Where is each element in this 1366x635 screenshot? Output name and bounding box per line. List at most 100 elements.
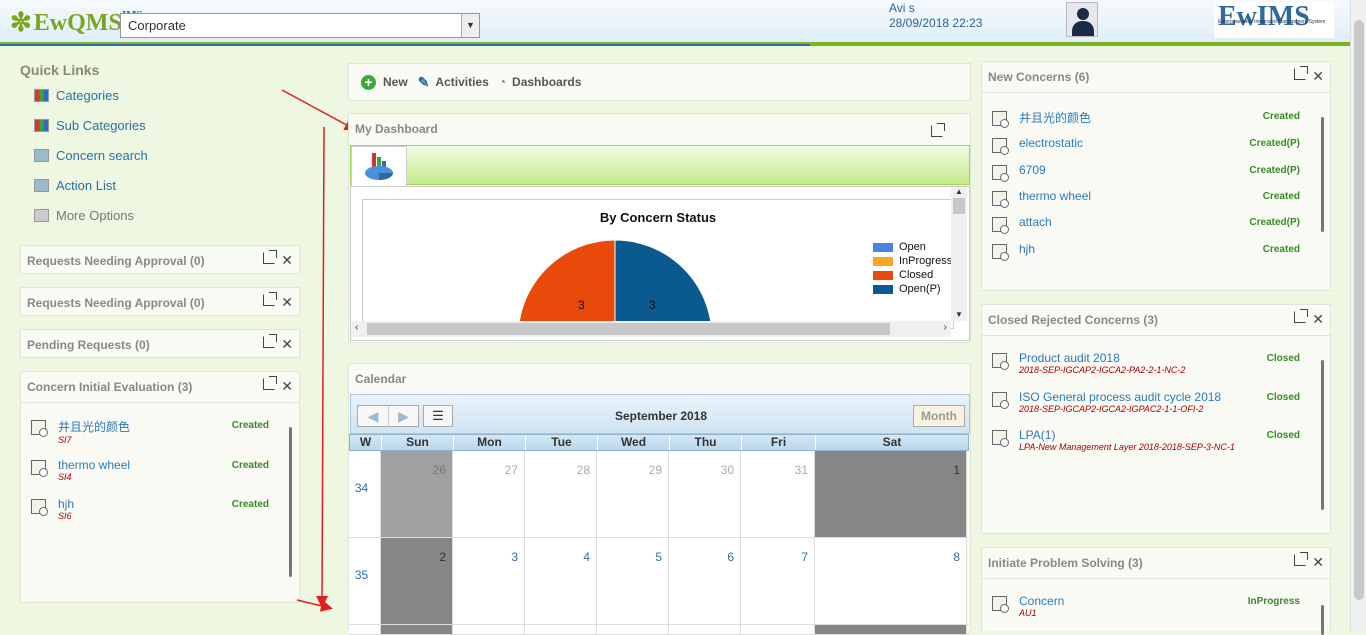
document-icon <box>992 217 1009 234</box>
item-title[interactable]: 井且光的颜色 <box>58 418 130 435</box>
legend-label: Closed <box>899 269 934 281</box>
list-item[interactable]: thermo wheel Created <box>992 189 1300 208</box>
quick-links-title: Quick Links <box>20 62 100 78</box>
item-title[interactable]: ISO General process audit cycle 2018 <box>1019 390 1221 404</box>
item-code: 2018-SEP-IGCAP2-IGCA2-PA2-2-1-NC-2 <box>1019 365 1186 375</box>
list-item[interactable]: LPA(1) LPA-New Management Layer 2018-2018… <box>992 428 1300 452</box>
panel-title: Concern Initial Evaluation (3) <box>27 380 193 394</box>
list-item[interactable]: 井且光的颜色 SI7 Created <box>31 418 269 445</box>
dashboard-tab-strip <box>350 145 970 185</box>
legend-item: Closed <box>873 268 952 282</box>
panel-title: Calendar <box>355 372 407 386</box>
quick-link-more-options[interactable]: More Options <box>34 208 134 223</box>
day-cell[interactable]: 6 <box>669 538 741 624</box>
status-badge: Created(P) <box>1249 138 1300 149</box>
status-badge: Closed <box>1266 430 1300 441</box>
quick-link-concern-search[interactable]: Concern search <box>34 148 148 163</box>
day-cell[interactable]: 3 <box>453 538 525 624</box>
list-item[interactable]: Concern AU1 InProgress <box>992 594 1300 618</box>
col-fri: Fri <box>742 435 816 450</box>
chevron-down-icon[interactable]: ▼ <box>461 14 479 37</box>
chart-tab[interactable] <box>351 146 407 186</box>
item-title[interactable]: attach <box>1019 215 1052 229</box>
close-icon[interactable]: ✕ <box>1312 68 1324 85</box>
closed-rejected-concerns-panel: Closed Rejected Concerns (3) ✕ Product a… <box>981 304 1331 534</box>
item-title[interactable]: thermo wheel <box>58 458 130 472</box>
expand-icon[interactable] <box>1294 309 1309 323</box>
list-item[interactable]: hjh SI6 Created <box>31 497 269 521</box>
list-item[interactable]: electrostatic Created(P) <box>992 136 1300 155</box>
day-cell[interactable]: 8 <box>815 538 967 624</box>
pie-slice-openp[interactable] <box>614 239 713 329</box>
list-item[interactable]: ISO General process audit cycle 2018 2018… <box>992 390 1300 414</box>
day-cell[interactable]: 30 <box>669 451 741 537</box>
day-cell[interactable]: 29 <box>597 451 669 537</box>
status-badge: Created <box>231 460 269 471</box>
document-icon <box>31 420 48 437</box>
user-name: Avi s <box>889 1 915 15</box>
legend-swatch <box>873 242 893 252</box>
expand-icon[interactable] <box>1294 66 1309 80</box>
item-title[interactable]: Concern <box>1019 594 1064 608</box>
panel-title: Initiate Problem Solving (3) <box>988 556 1143 570</box>
day-cell[interactable]: 31 <box>741 451 815 537</box>
day-cell[interactable]: 26 <box>381 451 453 537</box>
item-title[interactable]: 井且光的颜色 <box>1019 109 1091 126</box>
calendar-grid: W Sun Mon Tue Wed Thu Fri Sat 34 26 27 2… <box>349 434 969 635</box>
legend-item: Open <box>873 240 952 254</box>
item-title[interactable]: 6709 <box>1019 163 1046 177</box>
col-thu: Thu <box>670 435 742 450</box>
day-cell[interactable]: 1 <box>815 451 967 537</box>
quick-link-sub-categories[interactable]: Sub Categories <box>34 118 146 133</box>
panel-scrollbar[interactable] <box>1321 360 1324 510</box>
day-cell[interactable]: 28 <box>525 451 597 537</box>
list-item[interactable]: hjh Created <box>992 242 1300 261</box>
status-badge: Created(P) <box>1249 165 1300 176</box>
pie-slice-closed[interactable] <box>517 239 616 329</box>
document-icon <box>992 353 1009 370</box>
organization-select[interactable]: Corporate <box>120 13 480 38</box>
panel-scrollbar[interactable] <box>1321 117 1324 232</box>
dashboards-button[interactable]: ◔ Dashboards <box>499 75 582 89</box>
quick-link-categories[interactable]: Categories <box>34 88 119 103</box>
brand-logo: EwIMS Enterprise-wide Integrated Managem… <box>1214 2 1334 38</box>
day-cell[interactable]: 2 <box>381 538 453 624</box>
document-icon <box>992 165 1009 182</box>
item-title[interactable]: hjh <box>1019 242 1035 256</box>
month-view-button[interactable]: Month <box>913 405 965 427</box>
requests-approval-panel-2: Requests Needing Approval (0) ✕ <box>20 287 300 316</box>
expand-icon[interactable] <box>1294 552 1309 566</box>
list-item[interactable]: attach Created(P) <box>992 215 1300 234</box>
day-cell[interactable]: 4 <box>525 538 597 624</box>
expand-icon[interactable] <box>931 123 945 137</box>
item-title[interactable]: thermo wheel <box>1019 189 1091 203</box>
quick-link-action-list[interactable]: Action List <box>34 178 116 193</box>
chart-vscroll[interactable]: ▲ ▼ <box>951 187 967 321</box>
item-title[interactable]: LPA(1) <box>1019 428 1235 442</box>
new-concerns-panel: New Concerns (6) ✕ 井且光的颜色 Created electro… <box>981 61 1331 291</box>
day-cell[interactable]: 27 <box>453 451 525 537</box>
item-title[interactable]: hjh <box>58 497 74 511</box>
chart-hscroll[interactable]: ‹ › <box>351 321 951 337</box>
calendar-week-row <box>349 625 969 635</box>
item-title[interactable]: electrostatic <box>1019 136 1083 150</box>
page-scrollbar[interactable] <box>1350 0 1366 631</box>
list-item[interactable]: Product audit 2018 2018-SEP-IGCAP2-IGCA2-… <box>992 351 1300 375</box>
activities-button[interactable]: ✎ Activities <box>418 74 489 91</box>
new-button[interactable]: + New <box>361 74 408 90</box>
list-item[interactable]: 井且光的颜色 Created <box>992 109 1300 128</box>
list-item[interactable]: thermo wheel SI4 Created <box>31 458 269 482</box>
close-icon[interactable]: ✕ <box>1312 554 1324 571</box>
concern-initial-evaluation-panel: Concern Initial Evaluation (3) ✕ 井且光的颜色 S… <box>20 371 300 603</box>
status-badge: Closed <box>1266 392 1300 403</box>
day-cell[interactable]: 7 <box>741 538 815 624</box>
status-badge: Created(P) <box>1249 217 1300 228</box>
day-cell[interactable]: 5 <box>597 538 669 624</box>
list-item[interactable]: 6709 Created(P) <box>992 163 1300 182</box>
document-icon <box>992 392 1009 409</box>
avatar[interactable] <box>1066 2 1098 37</box>
panel-title: Requests Needing Approval (0) <box>27 254 205 268</box>
chart-legend: Open InProgress Closed Open(P) <box>873 240 952 296</box>
item-title[interactable]: Product audit 2018 <box>1019 351 1185 365</box>
close-icon[interactable]: ✕ <box>1312 311 1324 328</box>
